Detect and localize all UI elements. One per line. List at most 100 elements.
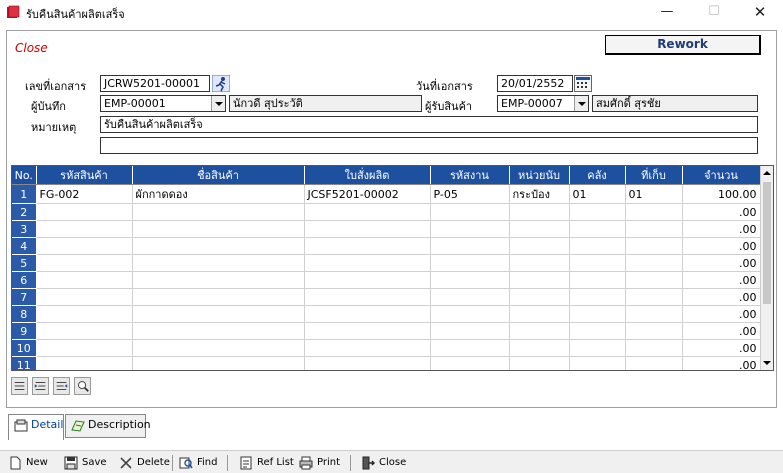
grid-cell[interactable] — [304, 305, 431, 323]
table-row[interactable]: 4.00 — [12, 237, 761, 255]
grid-cell[interactable] — [132, 288, 305, 306]
grid-column-header[interactable]: รหัสสินค้า — [36, 166, 133, 185]
scroll-thumb[interactable] — [763, 182, 771, 304]
grid-column-header[interactable]: หน่วยนับ — [509, 166, 570, 185]
table-row[interactable]: 10.00 — [12, 339, 761, 357]
grid-cell[interactable] — [430, 271, 510, 289]
print-button[interactable]: Print — [299, 454, 340, 472]
grid-cell[interactable] — [625, 203, 683, 221]
grid-cell[interactable]: .00 — [682, 271, 761, 289]
table-row[interactable]: 2.00 — [12, 203, 761, 221]
grid-cell[interactable] — [625, 339, 683, 357]
grid-cell[interactable]: .00 — [682, 220, 761, 238]
grid-cell[interactable]: .00 — [682, 339, 761, 357]
grid-column-header[interactable]: No. — [12, 166, 37, 185]
grid-cell[interactable] — [304, 356, 431, 370]
grid-cell[interactable] — [36, 305, 133, 323]
grid-cell[interactable] — [430, 237, 510, 255]
note-field-2[interactable] — [100, 137, 758, 154]
grid-column-header[interactable]: จำนวน — [682, 166, 761, 185]
items-grid[interactable]: No. รหัสสินค้า ชื่อสินค้า ใบสั่งผลิต รหัสงาน… — [11, 165, 774, 371]
grid-cell[interactable] — [509, 356, 570, 370]
grid-cell[interactable] — [304, 220, 431, 238]
grid-cell[interactable] — [430, 356, 510, 370]
grid-cell[interactable] — [625, 254, 683, 272]
grid-cell[interactable] — [430, 322, 510, 340]
grid-column-header[interactable]: ชื่อสินค้า — [132, 166, 305, 185]
grid-cell[interactable] — [569, 339, 626, 357]
insert-row-icon[interactable] — [11, 377, 28, 395]
grid-cell[interactable]: 100.00 — [682, 184, 761, 204]
table-row[interactable]: 5.00 — [12, 254, 761, 272]
grid-cell[interactable] — [304, 322, 431, 340]
grid-cell[interactable] — [132, 356, 305, 370]
tab-description[interactable]: Description — [65, 414, 151, 438]
grid-column-header[interactable]: คลัง — [569, 166, 626, 185]
grid-cell[interactable]: .00 — [682, 203, 761, 221]
delete-button[interactable]: Delete — [119, 454, 170, 472]
grid-cell[interactable] — [132, 220, 305, 238]
grid-cell[interactable] — [36, 288, 133, 306]
grid-cell[interactable] — [625, 271, 683, 289]
table-row[interactable]: 1 FG-002 ผักกาดดอง JCSF5201-00002 P-05 กระป๋อ… — [12, 184, 761, 204]
add-row-icon[interactable] — [32, 377, 49, 395]
grid-cell[interactable] — [569, 220, 626, 238]
grid-cell[interactable] — [509, 288, 570, 306]
grid-cell[interactable] — [132, 271, 305, 289]
grid-cell[interactable] — [509, 339, 570, 357]
maximize-button[interactable]: ☐ — [700, 3, 728, 21]
doc-date-field[interactable]: 20/01/2552 — [497, 75, 573, 92]
grid-scrollbar[interactable] — [760, 166, 773, 370]
grid-column-header[interactable]: รหัสงาน — [430, 166, 510, 185]
grid-cell[interactable] — [36, 356, 133, 370]
grid-cell[interactable] — [625, 356, 683, 370]
grid-cell[interactable]: ผักกาดดอง — [132, 184, 305, 204]
ref-list-button[interactable]: Ref List — [239, 454, 294, 472]
grid-cell[interactable] — [36, 339, 133, 357]
grid-cell[interactable] — [36, 271, 133, 289]
table-row[interactable]: 3.00 — [12, 220, 761, 238]
grid-cell[interactable] — [36, 322, 133, 340]
table-row[interactable]: 9.00 — [12, 322, 761, 340]
new-button[interactable]: New — [8, 454, 48, 472]
grid-cell[interactable] — [509, 220, 570, 238]
grid-cell[interactable] — [625, 237, 683, 255]
grid-cell[interactable]: FG-002 — [36, 184, 133, 204]
grid-cell[interactable] — [509, 271, 570, 289]
grid-cell[interactable]: JCSF5201-00002 — [304, 184, 431, 204]
grid-cell[interactable]: .00 — [682, 322, 761, 340]
grid-column-header[interactable]: ที่เก็บ — [625, 166, 683, 185]
recorder-code-select[interactable]: EMP-00001 — [100, 95, 226, 112]
magnify-icon[interactable] — [74, 377, 91, 395]
chevron-down-icon[interactable] — [211, 96, 225, 111]
table-row[interactable]: 8.00 — [12, 305, 761, 323]
grid-cell[interactable] — [509, 237, 570, 255]
grid-cell[interactable]: .00 — [682, 237, 761, 255]
grid-cell[interactable] — [569, 237, 626, 255]
grid-cell[interactable] — [304, 339, 431, 357]
scroll-up-icon[interactable] — [763, 171, 771, 175]
close-window-button[interactable]: ✕ — [746, 3, 774, 21]
grid-cell[interactable] — [509, 305, 570, 323]
grid-column-header[interactable]: ใบสั่งผลิต — [304, 166, 431, 185]
grid-cell[interactable]: 01 — [625, 184, 683, 204]
run-search-icon[interactable] — [212, 75, 230, 92]
grid-cell[interactable] — [569, 288, 626, 306]
grid-cell[interactable] — [132, 237, 305, 255]
grid-cell[interactable] — [569, 271, 626, 289]
grid-cell[interactable] — [569, 356, 626, 370]
delete-row-icon[interactable] — [53, 377, 70, 395]
grid-cell[interactable] — [36, 237, 133, 255]
grid-cell[interactable] — [132, 203, 305, 221]
grid-cell[interactable] — [569, 203, 626, 221]
grid-cell[interactable]: .00 — [682, 305, 761, 323]
tab-detail[interactable]: Detail — [8, 414, 64, 440]
grid-cell[interactable] — [509, 322, 570, 340]
grid-cell[interactable] — [304, 288, 431, 306]
grid-cell[interactable] — [132, 322, 305, 340]
grid-cell[interactable] — [304, 237, 431, 255]
grid-cell[interactable] — [304, 271, 431, 289]
calendar-icon[interactable] — [574, 75, 592, 92]
chevron-down-icon[interactable] — [574, 96, 588, 111]
grid-cell[interactable] — [430, 203, 510, 221]
